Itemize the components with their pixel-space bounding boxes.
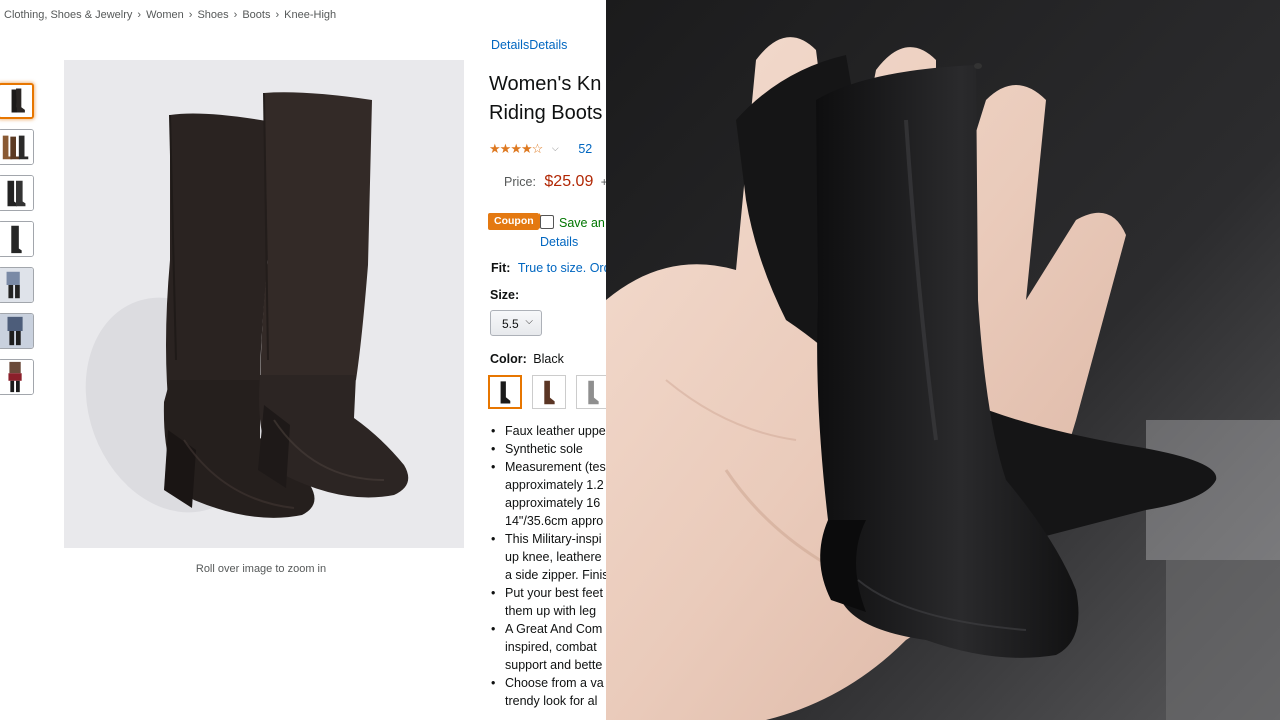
feature-bullet-continuation: approximately 16	[505, 496, 601, 510]
fit-label: Fit:	[491, 261, 511, 275]
model-thumbnail-image	[0, 360, 33, 394]
coupon-text: Save an	[559, 216, 605, 230]
product-page-screenshot: Clothing, Shoes & Jewelry › Women › Shoes › Bo…	[0, 0, 606, 720]
breadcrumb-item-shoes[interactable]: Shoes	[197, 9, 228, 21]
feature-bullet-continuation: support and bette	[505, 658, 603, 672]
fit-row: Fit: True to size. Ord	[491, 261, 606, 275]
coupon-checkbox[interactable]	[540, 215, 554, 229]
thumbnail-5[interactable]	[0, 267, 34, 303]
breadcrumb-separator: ›	[233, 9, 238, 21]
thumbnail-6[interactable]	[0, 313, 34, 349]
feature-bullet: This Military-inspi	[491, 530, 606, 548]
feature-bullet-continuation: up knee, leathere	[505, 550, 602, 564]
zoom-hint: Roll over image to zoom in	[195, 563, 327, 575]
feature-bullet-continuation: approximately 1.2	[505, 478, 604, 492]
boot-thumbnail-image	[0, 130, 33, 164]
color-value: Black	[533, 352, 564, 366]
knee-high-boots-image	[64, 60, 464, 548]
coupon-details-link[interactable]: Details	[540, 235, 578, 249]
boot-thumbnail-image	[0, 176, 33, 210]
rating-summary[interactable]: ★★★★☆ ⌵ 52	[489, 141, 592, 157]
model-thumbnail-image	[0, 268, 33, 302]
star-empty-icon: ☆	[531, 141, 544, 156]
details-link[interactable]: DetailsDetails	[491, 38, 567, 52]
price-label: Price:	[504, 175, 536, 189]
feature-bullet-continuation: them up with leg	[505, 604, 597, 618]
feature-bullet: A Great And Com	[491, 620, 606, 638]
size-dropdown[interactable]: 5.5 ⌵	[490, 310, 542, 336]
size-label: Size:	[490, 288, 520, 302]
review-count-link[interactable]: 52	[578, 142, 592, 156]
breadcrumb-item-knee-high[interactable]: Knee-High	[284, 9, 336, 21]
boot-thumbnail-image	[0, 222, 33, 256]
color-row: Color: Black	[490, 352, 564, 366]
thumbnail-1[interactable]	[0, 83, 34, 119]
thumbnail-2[interactable]	[0, 129, 34, 165]
coupon-badge: Coupon	[488, 213, 545, 230]
product-title-line-1: Women's Kn	[489, 73, 602, 95]
product-title: Women's Kn Riding Boots	[489, 70, 606, 128]
feature-bullet: Synthetic sole	[491, 440, 606, 458]
breadcrumb-item-boots[interactable]: Boots	[242, 9, 270, 21]
boot-swatch-image	[533, 376, 565, 408]
color-label: Color:	[490, 352, 527, 366]
price-row: Price: $25.09 +	[504, 173, 606, 191]
breadcrumb-item-clothing[interactable]: Clothing, Shoes & Jewelry	[4, 9, 132, 21]
star-full-icon: ★	[510, 141, 522, 156]
size-selected-value: 5.5	[502, 317, 519, 331]
color-swatch-grey[interactable]	[576, 375, 606, 409]
thumbnail-3[interactable]	[0, 175, 34, 211]
hand-holding-boots-image	[606, 0, 1280, 720]
feature-bullets: Faux leather uppe Synthetic sole Measure…	[490, 422, 606, 710]
color-swatch-black[interactable]	[488, 375, 522, 409]
fit-value-link[interactable]: True to size. Ord	[518, 261, 606, 275]
boot-thumbnail-image	[0, 85, 32, 117]
boot-swatch-image	[577, 376, 606, 408]
thumbnail-7[interactable]	[0, 359, 34, 395]
feature-bullet: Measurement (tes	[491, 458, 606, 476]
feature-bullet-continuation: trendy look for al	[505, 694, 598, 708]
breadcrumb-separator: ›	[188, 9, 193, 21]
boot-swatch-image	[490, 377, 520, 407]
breadcrumb: Clothing, Shoes & Jewelry › Women › Shoes › Bo…	[4, 9, 336, 21]
chevron-down-icon[interactable]: ⌵	[552, 143, 559, 153]
model-thumbnail-image	[0, 314, 33, 348]
feature-bullet-continuation: inspired, combat	[505, 640, 597, 654]
breadcrumb-separator: ›	[275, 9, 280, 21]
breadcrumb-separator: ›	[137, 9, 142, 21]
feature-bullet-continuation: 14"/35.6cm appro	[505, 514, 604, 528]
product-title-line-2: Riding Boots	[489, 102, 603, 124]
miniature-boots-photo	[606, 0, 1280, 720]
main-product-image[interactable]	[64, 60, 464, 548]
thumbnail-4[interactable]	[0, 221, 34, 257]
star-full-icon: ★	[489, 141, 501, 156]
feature-bullet: Choose from a va	[491, 674, 606, 692]
star-full-icon: ★	[499, 141, 512, 156]
breadcrumb-item-women[interactable]: Women	[146, 9, 184, 21]
price-value: $25.09	[544, 173, 594, 190]
feature-bullet: Put your best feet	[491, 584, 606, 602]
color-swatch-brown[interactable]	[532, 375, 566, 409]
chevron-down-icon: ⌵	[525, 316, 533, 327]
star-full-icon: ★	[520, 141, 533, 156]
feature-bullet: Faux leather uppe	[491, 422, 606, 440]
feature-bullet-continuation: a side zipper. Finis	[505, 568, 606, 582]
